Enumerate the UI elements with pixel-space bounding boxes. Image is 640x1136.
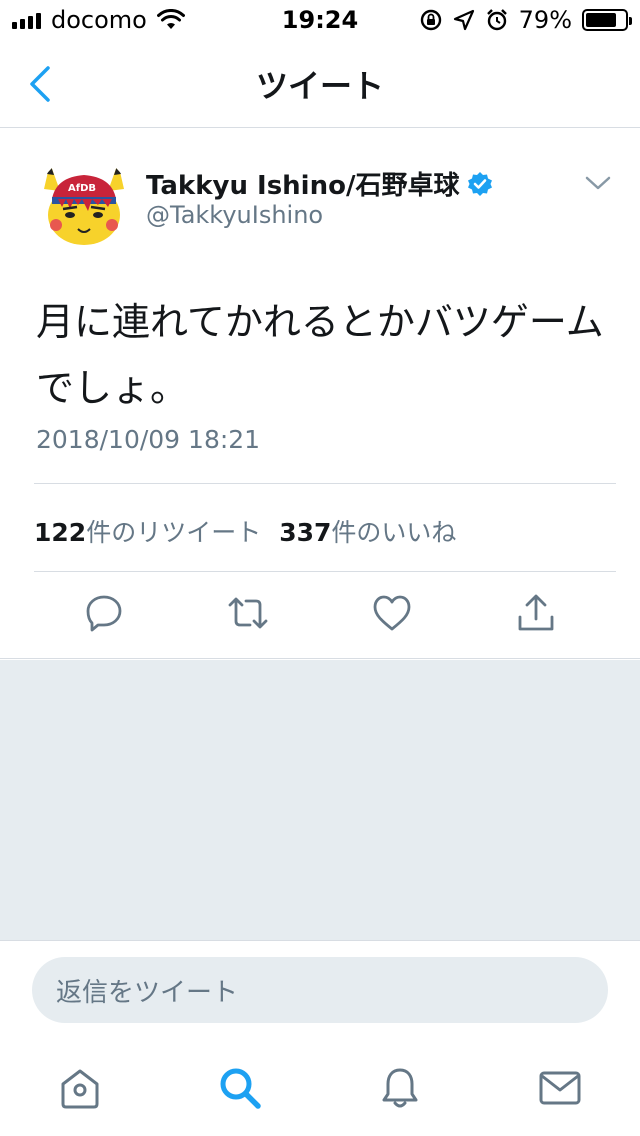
battery-percent: 79% xyxy=(518,6,572,34)
home-icon xyxy=(61,1069,99,1109)
location-icon xyxy=(453,9,474,31)
tweet-detail: AfDB Takkyu Ishino/石野卓球 @TakkyuIshino 月に… xyxy=(0,129,640,659)
status-bar: docomo 19:24 79% xyxy=(0,0,640,40)
divider xyxy=(34,571,616,572)
reply-button[interactable] xyxy=(82,591,126,635)
notifications-icon xyxy=(382,1068,418,1108)
wifi-icon xyxy=(156,9,185,29)
messages-icon xyxy=(539,1071,581,1105)
tweet-stats: 122件のリツイート 337件のいいね xyxy=(34,513,456,549)
divider xyxy=(34,483,616,484)
chevron-down-icon xyxy=(585,176,611,190)
search-icon xyxy=(220,1068,261,1109)
retweet-stat[interactable]: 122件のリツイート xyxy=(34,513,261,549)
battery-fill xyxy=(586,13,617,27)
tweet-text: 月に連れてかれるとかバツゲームでしょ。 xyxy=(36,300,604,410)
verified-badge-icon xyxy=(468,171,493,196)
like-icon xyxy=(373,595,411,631)
author-handle[interactable]: @TakkyuIshino xyxy=(146,201,323,229)
alarm-icon xyxy=(486,9,507,31)
svg-text:AfDB: AfDB xyxy=(68,183,96,194)
rotation-lock-icon xyxy=(420,9,441,31)
retweet-button[interactable] xyxy=(226,591,270,635)
back-arrow-icon xyxy=(30,66,50,102)
avatar[interactable]: AfDB xyxy=(38,155,130,247)
author-name[interactable]: Takkyu Ishino/石野卓球 xyxy=(146,165,493,202)
more-options-button[interactable] xyxy=(584,175,612,195)
tab-search[interactable] xyxy=(216,1064,264,1112)
retweet-label: 件のリツイート xyxy=(86,518,262,547)
carrier-label: docomo xyxy=(51,6,147,34)
author-name-label: Takkyu Ishino/石野卓球 xyxy=(146,171,460,201)
retweet-icon xyxy=(228,597,268,629)
reply-placeholder: 返信をツイート xyxy=(56,977,239,1008)
avatar-image: AfDB xyxy=(38,155,130,247)
like-button[interactable] xyxy=(370,591,414,635)
tweet-actions xyxy=(0,591,640,641)
tweet-timestamp: 2018/10/09 18:21 xyxy=(36,425,261,454)
signal-icon xyxy=(12,11,41,29)
retweet-count: 122 xyxy=(34,518,87,547)
back-button[interactable] xyxy=(22,64,58,104)
page-title: ツイート xyxy=(255,66,384,105)
tab-notifications[interactable] xyxy=(376,1064,424,1112)
like-label: 件のいいね xyxy=(331,518,457,547)
tab-home[interactable] xyxy=(56,1064,104,1112)
battery-icon xyxy=(582,9,632,31)
share-icon xyxy=(518,594,554,631)
tab-messages[interactable] xyxy=(536,1064,584,1112)
tab-bar xyxy=(0,1036,640,1136)
like-stat[interactable]: 337件のいいね xyxy=(279,513,456,549)
reply-input[interactable]: 返信をツイート xyxy=(32,957,608,1023)
like-count: 337 xyxy=(279,518,332,547)
share-button[interactable] xyxy=(514,591,558,635)
nav-bar: ツイート xyxy=(0,40,640,128)
status-right: 79% xyxy=(419,6,632,34)
empty-area xyxy=(0,660,640,940)
status-left: docomo xyxy=(12,6,185,34)
reply-bar: 返信をツイート xyxy=(0,940,640,1036)
reply-icon xyxy=(86,595,122,632)
